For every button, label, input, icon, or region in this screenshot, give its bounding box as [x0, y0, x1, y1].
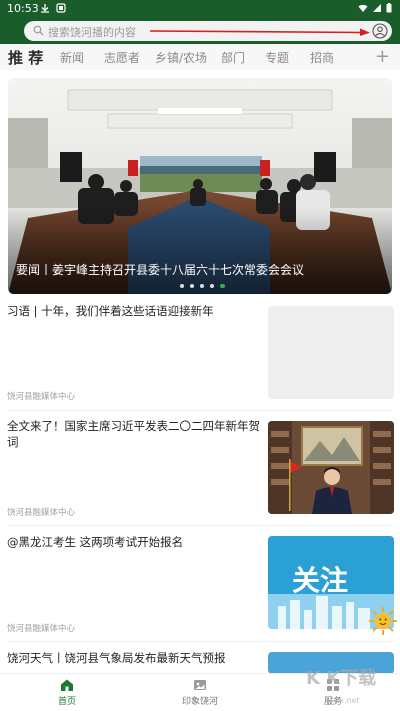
- search-placeholder: 搜索饶河播的内容: [48, 26, 136, 39]
- tab-topics[interactable]: 专题: [265, 49, 289, 66]
- banner-dot[interactable]: [200, 284, 204, 288]
- wifi-icon: [358, 4, 368, 12]
- notification-icon: [56, 3, 66, 13]
- news-source: 饶河县融媒体中心: [7, 624, 76, 634]
- signal-icon: [373, 4, 381, 12]
- banner-caption: 要闻丨姜宇峰主持召开县委十八届六十七次常委会会议: [16, 263, 305, 277]
- image-icon: [194, 680, 206, 690]
- tab-investment[interactable]: 招商: [310, 49, 334, 66]
- nav-home[interactable]: 首页: [27, 678, 107, 707]
- news-title: 饶河天气丨饶河县气象局发布最新天气预报: [7, 651, 226, 665]
- speech-photo: [268, 421, 394, 514]
- news-source: 饶河县融媒体中心: [7, 508, 76, 518]
- poster-text: 关注: [292, 564, 348, 597]
- news-title: @黑龙江考生 这两项考试开始报名: [7, 535, 184, 549]
- news-item[interactable]: 全文来了！国家主席习近平发表二〇二四年新年贺词 饶河县融媒体中心: [0, 418, 400, 526]
- news-thumbnail: [268, 306, 394, 399]
- banner-pagination: [180, 284, 225, 288]
- divider: [7, 525, 393, 526]
- search-icon: [33, 25, 44, 36]
- home-icon: [61, 679, 73, 691]
- user-profile-icon[interactable]: [372, 23, 388, 39]
- tab-recommend[interactable]: 推 荐: [8, 47, 43, 68]
- nav-impression-label: 印象饶河: [181, 697, 218, 707]
- banner-dot[interactable]: [180, 284, 184, 288]
- divider: [7, 641, 393, 642]
- headline-banner[interactable]: 要闻丨姜宇峰主持召开县委十八届六十七次常委会会议: [8, 78, 392, 294]
- tab-news[interactable]: 新闻: [60, 49, 84, 66]
- nav-home-label: 首页: [57, 697, 76, 707]
- news-item[interactable]: @黑龙江考生 这两项考试开始报名 饶河县融媒体中心 关注: [0, 534, 400, 642]
- tab-towns-farms[interactable]: 乡镇/农场: [155, 49, 207, 66]
- news-item[interactable]: 习语 | 十年，我们伴着这些话语迎接新年 饶河县融媒体中心: [0, 303, 400, 413]
- news-source: 饶河县融媒体中心: [7, 392, 76, 402]
- status-bar: 10:53: [0, 0, 400, 18]
- banner-dot[interactable]: [210, 284, 214, 288]
- news-thumbnail: [268, 421, 394, 514]
- status-time: 10:53: [7, 2, 39, 15]
- watermark-url: kkx.net: [330, 696, 360, 705]
- battery-icon: [386, 3, 392, 13]
- add-tab-icon[interactable]: +: [375, 46, 390, 67]
- divider: [7, 410, 393, 411]
- status-indicators: [358, 3, 392, 13]
- watermark: K K下载: [306, 668, 377, 689]
- category-tabs: 推 荐 新闻 志愿者 乡镇/农场 部门 专题 招商 +: [0, 44, 400, 70]
- tab-volunteer[interactable]: 志愿者: [104, 49, 140, 66]
- tab-departments[interactable]: 部门: [221, 49, 245, 66]
- weather-sun-icon[interactable]: [368, 606, 398, 636]
- news-title: 全文来了！国家主席习近平发表二〇二四年新年贺词: [7, 419, 260, 449]
- news-title: 习语 | 十年，我们伴着这些话语迎接新年: [7, 304, 214, 318]
- nav-impression[interactable]: 印象饶河: [160, 678, 240, 707]
- banner-dot[interactable]: [190, 284, 194, 288]
- app-header: 10:53 搜索饶河播的内容 推 荐 新闻 志愿者 乡镇/农场 部门 专题 招商…: [0, 0, 400, 70]
- annotation-arrow: [150, 28, 370, 36]
- download-icon: [41, 4, 49, 13]
- banner-dot-active[interactable]: [220, 284, 225, 288]
